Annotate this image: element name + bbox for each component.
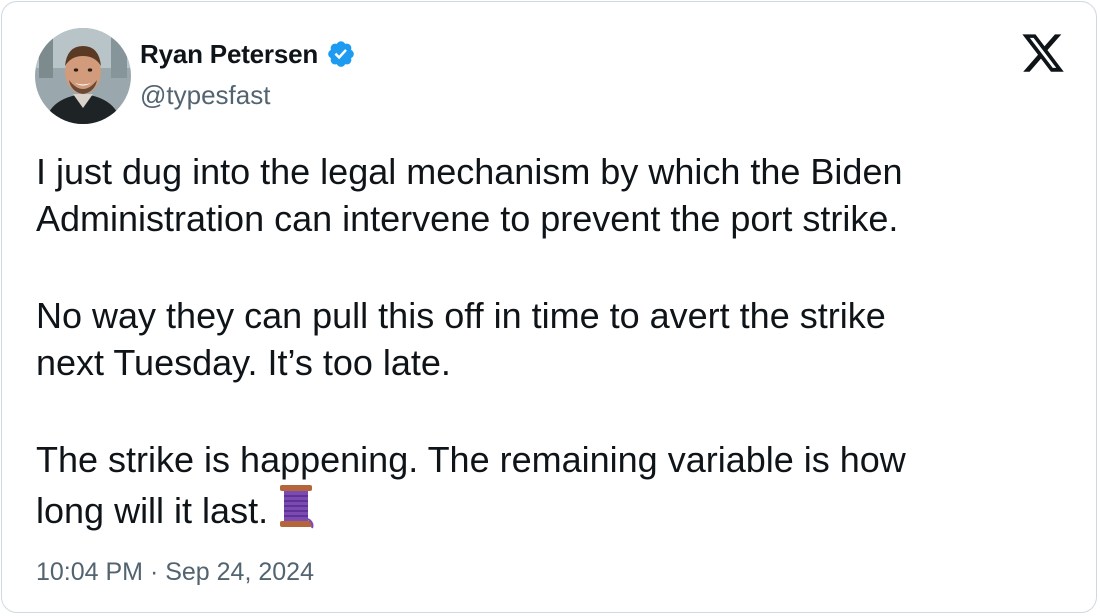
author-name[interactable]: Ryan Petersen <box>140 39 318 70</box>
tweet-line-last: long will it last. <box>36 483 1066 534</box>
avatar-photo <box>35 28 131 124</box>
tweet-line: Administration can intervene to prevent … <box>36 198 899 239</box>
tweet-paragraph: No way they can pull this off in time to… <box>36 292 1066 386</box>
thread-spool-icon <box>278 483 314 529</box>
tweet-line: next Tuesday. It’s too late. <box>36 342 451 383</box>
author-name-row: Ryan Petersen <box>140 36 356 72</box>
tweet-card[interactable]: Ryan Petersen @typesfast I just dug into… <box>1 1 1097 613</box>
author-handle[interactable]: @typesfast <box>140 80 270 111</box>
tweet-line: The strike is happening. The remaining v… <box>36 439 906 480</box>
tweet-timestamp[interactable]: 10:04 PM · Sep 24, 2024 <box>36 558 314 587</box>
tweet-paragraph: The strike is happening. The remaining v… <box>36 436 1066 534</box>
verified-badge-icon <box>326 39 356 69</box>
avatar[interactable] <box>35 28 131 124</box>
tweet-line: No way they can pull this off in time to… <box>36 295 886 336</box>
tweet-paragraph: I just dug into the legal mechanism by w… <box>36 148 1066 242</box>
tweet-text: I just dug into the legal mechanism by w… <box>36 148 1066 534</box>
tweet-line-text: long will it last. <box>36 490 269 531</box>
tweet-line: I just dug into the legal mechanism by w… <box>36 151 903 192</box>
x-logo-icon[interactable] <box>1020 30 1066 76</box>
